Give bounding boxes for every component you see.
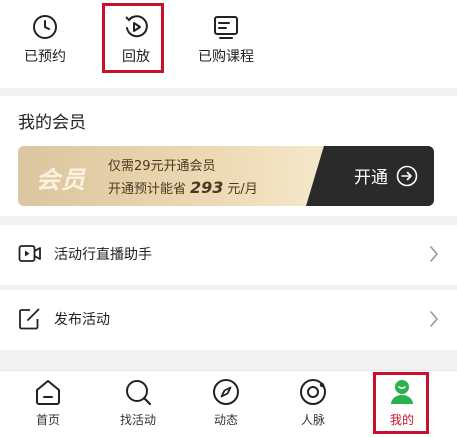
publish-event-label: 发布活动 [54, 312, 110, 328]
membership-banner[interactable]: 会员 仅需29元开通会员 开通预计能省 293 元/月 开通 [18, 146, 434, 206]
booked-button[interactable]: 已预约 [0, 14, 90, 66]
course-icon [214, 16, 238, 39]
nav-home-label: 首页 [35, 413, 60, 427]
nav-network-label: 人脉 [300, 413, 325, 427]
open-membership-button[interactable]: 开通 [354, 163, 418, 188]
purchased-courses-button[interactable]: 已购课程 [181, 14, 271, 66]
membership-section: 我的会员 会员 仅需29元开通会员 开通预计能省 293 元/月 开通 [0, 96, 457, 216]
clock-icon [33, 15, 57, 39]
home-icon [36, 380, 60, 405]
chevron-right-icon [430, 246, 439, 262]
replay-highlight-box [102, 3, 164, 73]
video-icon [18, 245, 41, 262]
chevron-right-icon [430, 311, 439, 327]
promo-savings-suffix: 元/月 [227, 182, 258, 197]
purchased-courses-label: 已购课程 [198, 49, 254, 65]
promo-savings-prefix: 开通预计能省 [108, 182, 187, 197]
arrow-circle-icon [396, 165, 418, 186]
member-logo: 会员 [36, 166, 86, 194]
booked-label: 已预约 [24, 49, 66, 65]
network-icon [300, 379, 326, 405]
quick-actions-card: 已预约 回放 已购课程 [0, 0, 457, 88]
open-membership-label: 开通 [354, 168, 388, 188]
compass-icon [213, 379, 239, 405]
nav-network[interactable]: 人脉 [273, 377, 353, 428]
nav-find-events[interactable]: 找活动 [98, 377, 178, 428]
membership-title: 我的会员 [18, 113, 86, 133]
promo-savings-amount: 293 [190, 178, 224, 197]
bottom-nav: 首页 找活动 动态 人脉 我的 [0, 370, 457, 437]
live-assistant-label: 活动行直播助手 [54, 247, 152, 263]
nav-feed-label: 动态 [213, 413, 238, 427]
nav-home[interactable]: 首页 [8, 377, 88, 428]
search-icon [126, 380, 152, 406]
profile-highlight-box [373, 372, 429, 434]
nav-find-events-label: 找活动 [119, 413, 156, 427]
promo-price-text: 仅需29元开通会员 [108, 159, 216, 174]
publish-event-row[interactable]: 发布活动 [0, 290, 457, 350]
promo-savings-text: 开通预计能省 293 元/月 [108, 178, 258, 197]
live-assistant-row[interactable]: 活动行直播助手 [0, 225, 457, 285]
nav-feed[interactable]: 动态 [186, 377, 266, 428]
edit-icon [19, 308, 40, 330]
